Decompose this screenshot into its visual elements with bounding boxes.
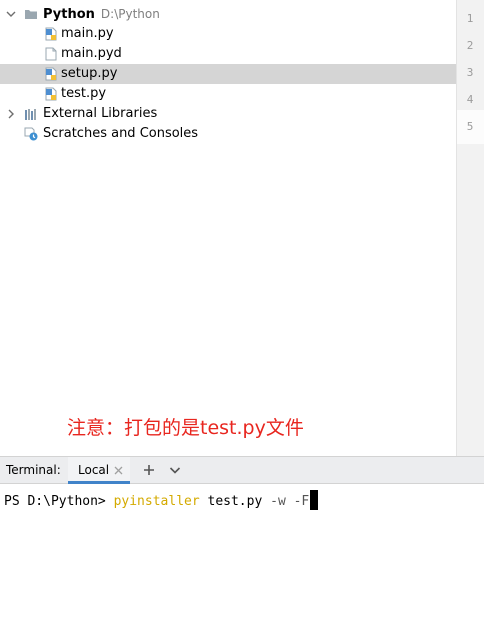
editor-gutter: 1 2 3 4 5 xyxy=(456,0,484,456)
terminal-flags: -w -F xyxy=(270,494,310,509)
tab-dropdown-button[interactable] xyxy=(166,460,184,480)
python-file-icon xyxy=(44,67,58,81)
file-label: setup.py xyxy=(61,66,118,81)
library-icon xyxy=(24,107,38,121)
terminal-body[interactable]: PS D:\Python> pyinstaller test.py -w -F xyxy=(0,484,484,626)
tree-scratches-consoles[interactable]: Scratches and Consoles xyxy=(0,124,456,144)
tree-root-label: Python D:\Python xyxy=(43,7,160,22)
chevron-down-icon xyxy=(169,467,181,474)
python-file-icon xyxy=(44,27,58,41)
file-label: main.py xyxy=(61,26,114,41)
terminal-header: Terminal: Local xyxy=(0,456,484,484)
line-number: 4 xyxy=(466,93,474,106)
add-tab-button[interactable] xyxy=(140,460,158,480)
terminal-args: test.py xyxy=(199,494,271,509)
close-icon[interactable] xyxy=(114,462,123,479)
python-file-icon xyxy=(44,87,58,101)
tab-local[interactable]: Local xyxy=(68,457,130,484)
external-libraries-label: External Libraries xyxy=(43,106,158,121)
tree-file-main-py[interactable]: main.py xyxy=(0,24,456,44)
terminal-command: pyinstaller xyxy=(113,494,200,509)
tree-external-libraries[interactable]: External Libraries xyxy=(0,104,456,124)
file-label: test.py xyxy=(61,86,107,101)
scratches-icon xyxy=(24,127,38,141)
tree-file-test-py[interactable]: test.py xyxy=(0,84,456,104)
chevron-right-icon[interactable] xyxy=(4,104,18,124)
terminal-cursor xyxy=(310,490,319,510)
tree-root-path: D:\Python xyxy=(100,7,160,21)
line-number: 3 xyxy=(466,66,474,79)
tree-file-setup-py[interactable]: setup.py xyxy=(0,64,456,84)
terminal-command-line[interactable]: PS D:\Python> pyinstaller test.py -w -F xyxy=(4,490,319,510)
terminal-title: Terminal: xyxy=(6,463,61,477)
tree-root-python[interactable]: Python D:\Python xyxy=(0,4,456,24)
chevron-down-icon[interactable] xyxy=(4,4,18,24)
terminal-prompt: PS D:\Python> xyxy=(4,494,114,509)
file-label: main.pyd xyxy=(61,46,122,61)
folder-icon xyxy=(24,7,38,21)
scratches-label: Scratches and Consoles xyxy=(43,126,199,141)
project-tree: Python D:\Python main.py main.pyd setup.p… xyxy=(0,0,456,456)
tree-file-main-pyd[interactable]: main.pyd xyxy=(0,44,456,64)
line-number: 2 xyxy=(466,39,474,52)
plus-icon xyxy=(144,465,154,475)
annotation-note: 注意：打包的是test.py文件 xyxy=(67,417,304,439)
tab-local-label: Local xyxy=(78,463,110,477)
file-icon xyxy=(44,47,58,61)
line-number: 5 xyxy=(466,120,474,133)
line-number: 1 xyxy=(466,12,474,25)
